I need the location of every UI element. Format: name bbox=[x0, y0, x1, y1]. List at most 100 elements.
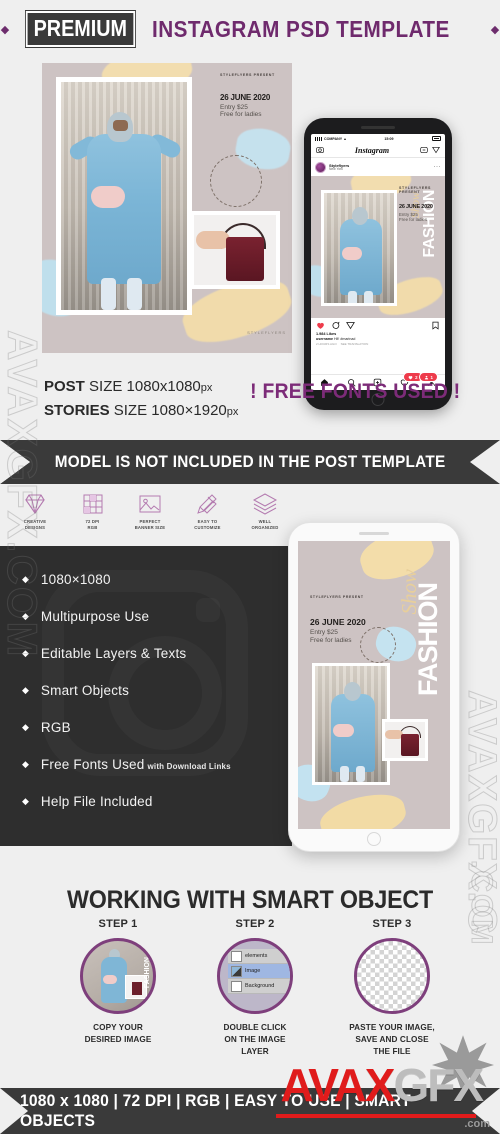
model-beltbag bbox=[103, 975, 117, 984]
post-present-label: STYLEFLYERS PRESENT bbox=[399, 186, 432, 194]
post-meta: 1.984 Likes username Hi!! #marinad 2 HOU… bbox=[311, 332, 445, 346]
caption-username[interactable]: username bbox=[316, 337, 333, 341]
brush-stroke-yellow bbox=[316, 787, 410, 829]
model-beltbag bbox=[91, 186, 125, 208]
dashed-circle-decoration bbox=[210, 155, 262, 207]
step-1: STEP 1 FASHION COPY YOUR DESIRED IMAGE bbox=[62, 918, 174, 1058]
list-item: ◆ Free Fonts Used with Download Links bbox=[22, 757, 284, 794]
feature-label-line2: DESIGNS bbox=[24, 524, 46, 530]
carrier-label: COMPANY bbox=[324, 136, 343, 141]
camera-icon[interactable] bbox=[316, 146, 324, 154]
smart-object-title: WORKING WITH SMART OBJECT bbox=[66, 886, 434, 914]
model-photo bbox=[56, 77, 192, 315]
post-date: 26 JUNE 2020 bbox=[220, 93, 271, 102]
feature-label-line1: WELL bbox=[258, 519, 272, 524]
phone-speaker bbox=[359, 532, 389, 535]
send-icon[interactable] bbox=[432, 146, 440, 154]
wifi-icon: ▴ bbox=[344, 136, 346, 141]
heart-icon[interactable] bbox=[316, 321, 325, 330]
instagram-post-image: Show FASHION STYLEFLYERS PRESENT 26 JUNE… bbox=[311, 176, 445, 318]
stories-screen: Show FASHION STYLEFLYERS PRESENT 26 JUNE… bbox=[298, 541, 450, 829]
handbag bbox=[401, 734, 419, 756]
stories-date: 26 JUNE 2020 bbox=[310, 617, 366, 627]
step-caption-line1: PASTE YOUR IMAGE, bbox=[349, 1023, 435, 1032]
bookmark-icon[interactable] bbox=[431, 321, 440, 330]
post-model-photo bbox=[321, 190, 397, 306]
feature-text: Free Fonts Used with Download Links bbox=[41, 757, 231, 772]
diamond-icon: ◆ bbox=[490, 23, 500, 36]
step-1-thumb-word: FASHION bbox=[144, 957, 151, 989]
post-actions bbox=[311, 318, 445, 332]
diamond-icon: ◆ bbox=[22, 648, 29, 658]
list-item: ◆ RGB bbox=[22, 720, 284, 757]
image-icon bbox=[139, 495, 161, 513]
model-disclaimer-text: MODEL IS NOT INCLUDED IN THE POST TEMPLA… bbox=[54, 452, 446, 471]
likes-count: 1.984 Likes bbox=[316, 332, 337, 336]
model-beltbag bbox=[333, 724, 354, 737]
layers-icon bbox=[252, 493, 278, 515]
smart-object-steps: STEP 1 FASHION COPY YOUR DESIRED IMAGE S… bbox=[62, 918, 448, 1058]
feature-label-line1: 72 DPI bbox=[85, 519, 100, 524]
post-info-block: STYLEFLYERS PRESENT 26 JUNE 2020 Entry $… bbox=[399, 186, 437, 222]
post-more-button[interactable]: ··· bbox=[434, 164, 442, 170]
feature-well-organized: WELL ORGANIZED bbox=[238, 492, 292, 540]
feature-list: ◆ 1080×1080 ◆ Multipurpose Use ◆ Editabl… bbox=[22, 572, 284, 831]
step-caption-line2: SAVE AND CLOSE bbox=[355, 1034, 429, 1044]
send-icon[interactable] bbox=[346, 321, 355, 330]
post-text-block: STYLEFLYERS PRESENT 26 JUNE 2020 Entry $… bbox=[220, 73, 290, 118]
avax-watermark-underline bbox=[276, 1114, 476, 1118]
step-caption-line3: THE FILE bbox=[373, 1046, 411, 1056]
comment-icon[interactable] bbox=[331, 321, 340, 330]
stories-model-photo bbox=[312, 663, 390, 785]
model-boot-left bbox=[340, 766, 349, 782]
model-face bbox=[113, 120, 128, 131]
stories-fashion-text: FASHION bbox=[413, 583, 443, 697]
model-beltbag bbox=[342, 247, 362, 260]
step-caption-line1: DOUBLE CLICK bbox=[223, 1023, 287, 1032]
stories-entry: Entry $25 bbox=[310, 629, 338, 636]
stories-handbag-photo bbox=[382, 719, 428, 761]
model-boot-left bbox=[101, 278, 116, 310]
feature-text: Help File Included bbox=[40, 794, 153, 809]
phone-home-button[interactable] bbox=[367, 832, 381, 846]
feature-label-line1: CREATIVE bbox=[23, 519, 47, 524]
post-header: Styleflyers New York ··· bbox=[311, 158, 445, 176]
avatar[interactable] bbox=[315, 161, 326, 173]
feature-creative-designs: CREATIVE DESIGNS bbox=[8, 492, 62, 540]
post-corner-mark: STYLEFLYERS bbox=[247, 330, 286, 335]
layer-thumbnail bbox=[231, 965, 242, 977]
diamond-icon: ◆ bbox=[22, 574, 29, 584]
caption-text: Hi!! #marinad bbox=[333, 337, 356, 341]
status-bar: COMPANY ▴ 15:09 bbox=[311, 134, 445, 143]
layer-row-selected[interactable]: Image bbox=[228, 964, 290, 979]
instagram-logo: Instagram bbox=[354, 145, 390, 155]
feature-label-line2: ORGANIZED bbox=[251, 524, 279, 530]
step-2-thumbnail: elements Image Background bbox=[217, 938, 293, 1014]
step-title: STEP 3 bbox=[372, 918, 412, 930]
status-time: 15:09 bbox=[384, 136, 394, 141]
feature-banner-size: PERFECT BANNER SIZE bbox=[123, 492, 177, 540]
layer-row[interactable]: elements bbox=[228, 949, 290, 964]
see-translation-link[interactable]: SEE TRANSLATION bbox=[341, 342, 369, 346]
layer-thumbnail bbox=[231, 950, 242, 962]
feature-label-line1: PERFECT bbox=[139, 519, 161, 524]
signal-icon bbox=[315, 136, 322, 141]
handbag bbox=[132, 982, 142, 995]
model-boot-right bbox=[356, 766, 365, 782]
phone-mockup-instagram: COMPANY ▴ 15:09 Instagram Styleflyers Ne… bbox=[304, 118, 452, 410]
layer-row[interactable]: Background bbox=[228, 979, 290, 994]
step-caption-line2: ON THE IMAGE bbox=[224, 1034, 286, 1044]
stories-size-unit: px bbox=[226, 406, 239, 418]
post-size-unit: px bbox=[200, 382, 213, 394]
list-item: ◆ Editable Layers & Texts bbox=[22, 646, 284, 683]
stories-free: Free for ladies bbox=[310, 637, 352, 644]
phone-speaker bbox=[361, 126, 395, 129]
feature-text: 1080×1080 bbox=[40, 572, 111, 587]
diamond-icon: ◆ bbox=[22, 759, 29, 769]
model-boot-right bbox=[127, 278, 142, 310]
igtv-icon[interactable] bbox=[420, 146, 428, 154]
step-caption-line2: DESIRED IMAGE bbox=[84, 1034, 152, 1044]
stories-present-label: STYLEFLYERS PRESENT bbox=[310, 595, 364, 599]
diamond-icon: ◆ bbox=[0, 23, 10, 36]
step-2: STEP 2 elements Image Background DOUBLE … bbox=[199, 918, 311, 1058]
